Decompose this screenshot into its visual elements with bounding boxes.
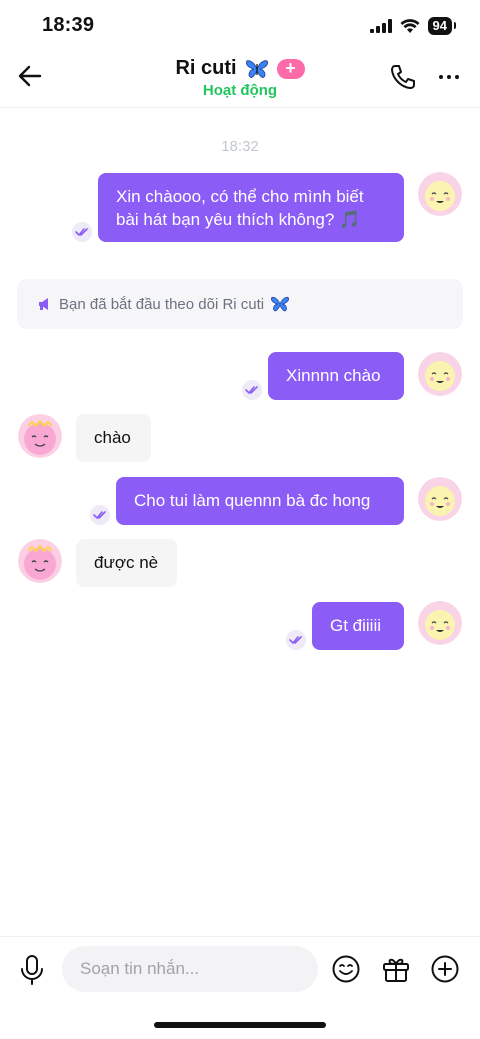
message-text: Xin chàooo, có thể cho mình biết xyxy=(116,187,364,206)
butterfly-icon xyxy=(271,296,290,312)
butterfly-icon xyxy=(245,59,268,78)
system-note-text: Bạn đã bắt đầu theo dõi Ri cuti xyxy=(59,295,265,313)
message-bubble-outgoing[interactable]: Xin chàooo, có thể cho mình biết bài hát… xyxy=(98,173,404,242)
my-avatar[interactable] xyxy=(418,477,462,521)
phone-icon xyxy=(391,65,415,89)
seen-icon xyxy=(286,630,306,650)
message-input[interactable] xyxy=(62,946,318,992)
plus-badge[interactable]: + xyxy=(276,58,305,79)
seen-icon xyxy=(72,222,92,242)
signal-icon xyxy=(369,19,392,33)
message-bubble-outgoing[interactable]: Xinnnn chào xyxy=(268,352,404,400)
message-bubble-outgoing[interactable]: Cho tui làm quennn bà đc hong xyxy=(116,477,404,525)
battery-indicator: 94 xyxy=(427,17,457,35)
wifi-icon xyxy=(400,18,420,33)
add-button[interactable] xyxy=(430,954,460,984)
message-list[interactable]: 18:32 Xin chàooo, có thể cho mình biết b… xyxy=(0,108,480,936)
more-button[interactable] xyxy=(434,62,464,92)
composer-bar xyxy=(0,936,480,1000)
contact-avatar[interactable] xyxy=(18,539,62,583)
message-bubble-incoming[interactable]: được nè xyxy=(76,539,177,587)
status-icons: 94 xyxy=(369,17,457,35)
more-dot xyxy=(439,75,443,79)
my-avatar[interactable] xyxy=(418,172,462,216)
message-text: được nè xyxy=(94,553,159,572)
add-icon xyxy=(431,955,459,983)
home-indicator[interactable] xyxy=(154,1022,326,1028)
message-text: Gt điiiii xyxy=(330,616,382,635)
system-note: Bạn đã bắt đầu theo dõi Ri cuti xyxy=(17,279,463,329)
status-time: 18:39 xyxy=(42,14,95,36)
message-text: Xinnnn chào xyxy=(286,366,381,385)
call-button[interactable] xyxy=(388,62,418,92)
my-avatar[interactable] xyxy=(418,601,462,645)
seen-icon xyxy=(90,505,110,525)
status-bar: 18:39 94 xyxy=(0,0,480,52)
more-dot xyxy=(447,75,451,79)
emoji-icon xyxy=(332,955,360,983)
more-dot xyxy=(455,75,459,79)
message-text: Cho tui làm quennn bà đc hong xyxy=(134,491,371,510)
message-bubble-incoming[interactable]: chào xyxy=(76,414,151,462)
gift-button[interactable] xyxy=(381,954,411,984)
emoji-button[interactable] xyxy=(331,954,361,984)
seen-icon xyxy=(242,380,262,400)
contact-name: Ri cuti xyxy=(175,57,237,79)
message-timestamp: 18:32 xyxy=(221,138,259,155)
chat-header: Ri cuti + Hoạt động xyxy=(0,52,480,108)
message-text: chào xyxy=(94,428,131,447)
message-text: bài hát bạn yêu thích không? 🎵 xyxy=(116,210,361,229)
gift-icon xyxy=(383,958,409,982)
microphone-icon xyxy=(21,955,43,985)
my-avatar[interactable] xyxy=(418,352,462,396)
megaphone-icon xyxy=(39,298,48,310)
voice-button[interactable] xyxy=(18,954,46,986)
contact-avatar[interactable] xyxy=(18,414,62,458)
message-bubble-outgoing[interactable]: Gt điiiii xyxy=(312,602,404,650)
